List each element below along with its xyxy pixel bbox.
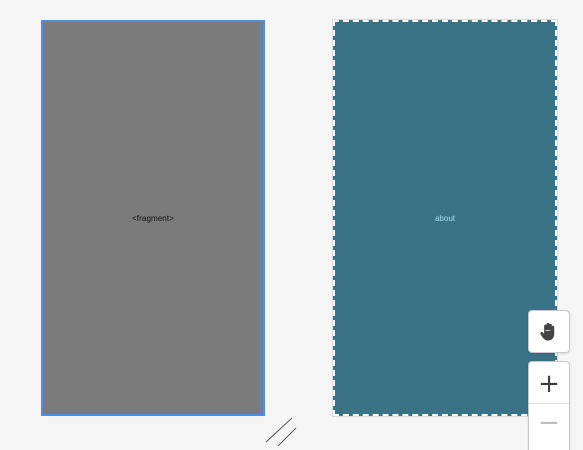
destination-about-label: about (434, 213, 456, 223)
pan-tool-button[interactable] (528, 310, 570, 353)
destination-fragment[interactable]: <fragment> (41, 20, 265, 416)
zoom-in-button[interactable]: + (529, 364, 569, 404)
destination-about[interactable]: about (332, 19, 558, 417)
hand-pan-icon (540, 322, 555, 341)
zoom-controls: + − (528, 361, 570, 450)
selection-edge (260, 22, 261, 414)
action-arrow-icon[interactable] (262, 414, 298, 450)
navigation-graph-canvas[interactable]: <fragment> about (0, 0, 583, 450)
zoom-out-button[interactable]: − (529, 403, 569, 443)
destination-fragment-label: <fragment> (132, 213, 174, 223)
